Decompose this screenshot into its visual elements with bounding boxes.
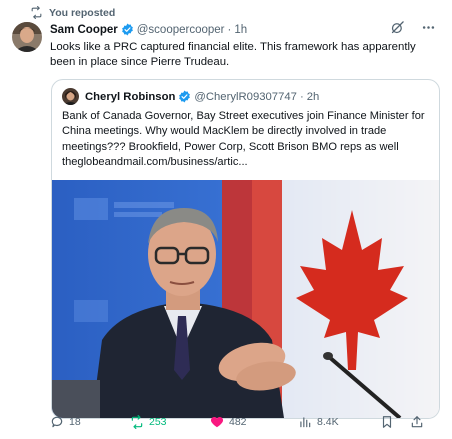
quote-time: 2h (306, 90, 320, 103)
post-header: Sam Cooper @scoopercooper · 1h (50, 23, 247, 36)
quote-verified-badge-icon (179, 90, 191, 103)
repost-action-icon (131, 415, 143, 429)
quote-author-avatar[interactable] (62, 88, 79, 105)
post-time[interactable]: 1h (234, 24, 247, 36)
like-count: 482 (229, 416, 247, 428)
grok-icon[interactable] (390, 20, 405, 35)
like-button[interactable]: 482 (210, 415, 298, 429)
author-name[interactable]: Sam Cooper (50, 24, 118, 36)
header-separator: · (227, 23, 232, 36)
share-button[interactable] (410, 415, 430, 429)
bookmark-icon (382, 416, 392, 428)
quote-header: Cheryl Robinson @CherylR09307747 · 2h (62, 88, 319, 105)
reply-icon (51, 416, 63, 428)
quote-author-name[interactable]: Cheryl Robinson (85, 91, 175, 103)
author-handle[interactable]: @scoopercooper (137, 24, 225, 36)
views-button[interactable]: 8.4K (298, 415, 380, 429)
views-count: 8.4K (317, 416, 339, 428)
verified-badge-icon (121, 23, 133, 36)
share-icon (411, 416, 423, 428)
post-action-bar: 18 253 482 8.4K (50, 412, 435, 432)
repost-button[interactable]: 253 (130, 415, 210, 429)
bookmark-button[interactable] (380, 415, 410, 429)
repost-label: You reposted (49, 6, 116, 19)
reply-count: 18 (69, 416, 81, 428)
repost-indicator: You reposted (30, 6, 115, 19)
quote-header-separator: · (299, 90, 304, 103)
quote-text: Bank of Canada Governor, Bay Street exec… (62, 110, 425, 169)
author-avatar[interactable] (12, 22, 42, 52)
post-top-actions (390, 20, 436, 35)
post-text: Looks like a PRC captured financial elit… (50, 41, 416, 68)
quote-photo[interactable] (52, 180, 439, 418)
quote-author-handle[interactable]: @CherylR09307747 (194, 91, 297, 103)
heart-icon (210, 416, 224, 428)
more-options-icon[interactable] (421, 20, 436, 35)
quoted-post[interactable]: Cheryl Robinson @CherylR09307747 · 2h Ba… (51, 79, 440, 419)
views-chart-icon (300, 417, 311, 428)
repost-icon (31, 6, 42, 19)
reply-button[interactable]: 18 (50, 415, 130, 429)
repost-count: 253 (149, 416, 167, 428)
